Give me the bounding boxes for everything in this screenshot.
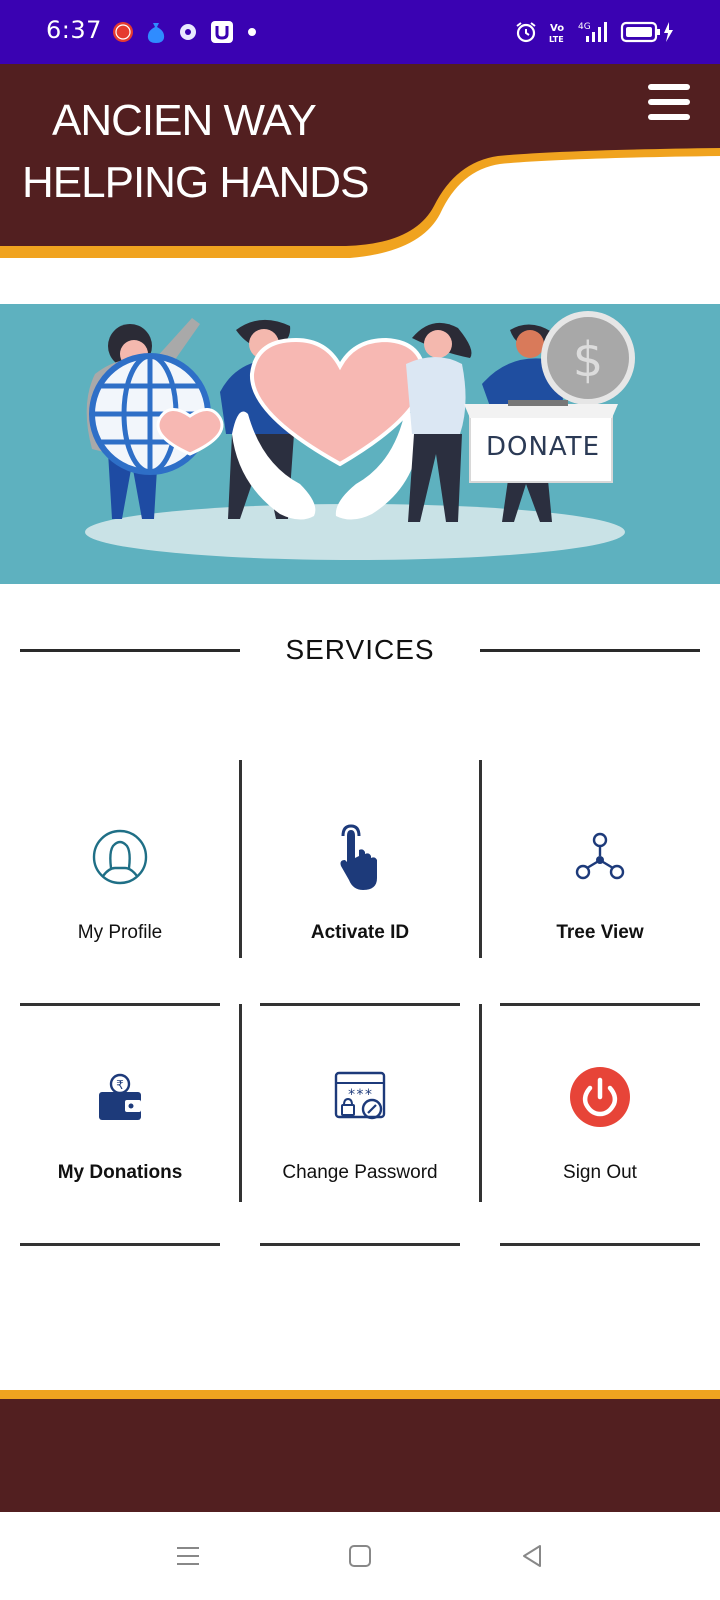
grid-divider bbox=[20, 1003, 220, 1006]
svg-text:4G: 4G bbox=[578, 22, 591, 32]
service-my-profile[interactable]: My Profile bbox=[10, 760, 230, 960]
grid-divider bbox=[239, 1004, 242, 1202]
battery-charging-icon bbox=[620, 18, 676, 46]
wallet-rupee-icon: ₹ bbox=[97, 1072, 143, 1126]
status-notification-icons bbox=[112, 18, 258, 46]
hotstar-icon bbox=[178, 18, 198, 46]
service-label: Tree View bbox=[556, 922, 644, 943]
tree-network-icon bbox=[575, 832, 625, 886]
u-app-icon bbox=[210, 18, 234, 46]
donation-banner: $ DONATE bbox=[0, 304, 720, 584]
service-sign-out[interactable]: Sign Out bbox=[490, 1000, 710, 1200]
donation-hands-illustration: $ bbox=[85, 311, 635, 560]
svg-text:Vo: Vo bbox=[550, 23, 564, 34]
app-title: ANCIEN WAY HELPING HANDS bbox=[22, 90, 369, 214]
grid-divider bbox=[260, 1003, 460, 1006]
status-system-icons: Vo LTE 4G bbox=[514, 18, 676, 46]
app-title-line1: ANCIEN WAY bbox=[52, 96, 317, 145]
services-heading: SERVICES bbox=[0, 634, 720, 684]
service-label: My Donations bbox=[57, 1162, 183, 1183]
grid-divider bbox=[479, 760, 482, 958]
service-label: Activate ID bbox=[310, 922, 410, 943]
service-label: My Profile bbox=[77, 922, 163, 943]
status-time: 6:37 bbox=[46, 16, 102, 44]
grid-divider bbox=[260, 1243, 460, 1246]
grid-divider bbox=[479, 1004, 482, 1202]
alarm-icon bbox=[514, 18, 538, 46]
tap-hand-icon bbox=[335, 822, 385, 896]
grid-divider bbox=[500, 1243, 700, 1246]
grid-divider bbox=[500, 1003, 700, 1006]
service-label: Change Password bbox=[282, 1162, 438, 1183]
recent-apps-icon[interactable] bbox=[170, 1538, 206, 1574]
service-change-password[interactable]: *** Change Password bbox=[250, 1000, 470, 1200]
money-bag-icon bbox=[146, 18, 166, 46]
home-icon[interactable] bbox=[342, 1538, 378, 1574]
service-tree-view[interactable]: Tree View bbox=[490, 760, 710, 960]
svg-text:LTE: LTE bbox=[549, 35, 564, 44]
back-icon[interactable] bbox=[514, 1538, 550, 1574]
app-footer bbox=[0, 1390, 720, 1512]
lenskart-icon bbox=[112, 18, 134, 46]
service-label: Sign Out bbox=[563, 1162, 637, 1183]
service-my-donations[interactable]: ₹ My Donations bbox=[10, 1000, 230, 1200]
volte-icon: Vo LTE bbox=[548, 18, 568, 46]
signal-4g-icon: 4G bbox=[578, 18, 610, 46]
password-lock-icon: *** bbox=[332, 1069, 388, 1129]
service-activate-id[interactable]: Activate ID bbox=[250, 760, 470, 960]
grid-divider bbox=[239, 760, 242, 958]
dot-icon bbox=[246, 18, 258, 46]
svg-text:₹: ₹ bbox=[116, 1078, 124, 1092]
svg-text:$: $ bbox=[573, 332, 604, 388]
app-title-line2: HELPING HANDS bbox=[22, 158, 369, 207]
system-navigation-bar bbox=[0, 1512, 720, 1600]
user-profile-icon bbox=[91, 828, 149, 890]
hamburger-menu-icon[interactable] bbox=[648, 84, 690, 120]
donate-box-label: DONATE bbox=[485, 432, 600, 462]
status-bar: 6:37 Vo LTE 4G bbox=[0, 0, 720, 64]
grid-divider bbox=[20, 1243, 220, 1246]
power-icon bbox=[569, 1066, 631, 1132]
divider-right bbox=[480, 649, 700, 652]
app-header: ANCIEN WAY HELPING HANDS bbox=[0, 64, 720, 274]
